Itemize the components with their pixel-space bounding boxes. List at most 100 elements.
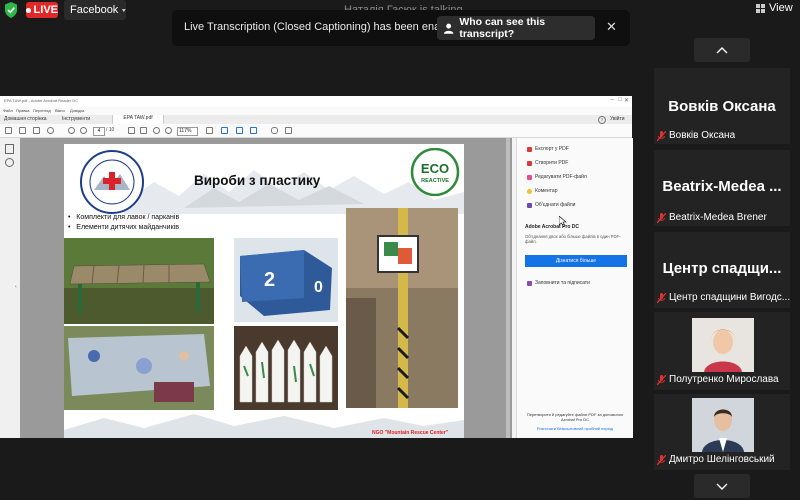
who-button-label: Who can see this transcript? xyxy=(459,16,546,40)
tab-tools[interactable]: Інструменти xyxy=(62,116,90,122)
minimize-icon[interactable]: – xyxy=(611,97,614,103)
security-shield-icon[interactable] xyxy=(4,2,18,18)
document-scrollbar[interactable] xyxy=(506,138,510,438)
combine-files-label: Об'єднати файли xyxy=(535,202,576,208)
print-icon[interactable] xyxy=(19,127,26,134)
facebook-stream-button[interactable]: Facebook xyxy=(64,0,126,20)
participant-subname: Вовків Оксана xyxy=(669,130,736,141)
pen-icon[interactable] xyxy=(285,127,292,134)
participant-video xyxy=(692,398,754,452)
select-tool-icon[interactable] xyxy=(128,127,135,134)
live-dot-icon xyxy=(26,7,31,13)
participant-subname: Дмитро Шелінговський xyxy=(669,454,775,465)
participant-tile[interactable]: Дмитро Шелінговський xyxy=(654,394,790,470)
attachments-icon[interactable] xyxy=(5,158,14,167)
search-icon[interactable] xyxy=(47,127,54,134)
muted-mic-icon xyxy=(657,454,666,465)
combine-files-icon xyxy=(527,202,532,208)
participant-label: Дмитро Шелінговський xyxy=(657,454,775,465)
rotate-icon[interactable] xyxy=(221,127,228,134)
edit-pdf-label: Редагувати PDF-файл xyxy=(535,174,587,180)
participant-label: Вовків Оксана xyxy=(657,130,735,141)
scroll-up-button[interactable] xyxy=(694,38,750,62)
banner-text: Live Transcription (Closed Captioning) h… xyxy=(184,21,462,33)
page-down-icon[interactable] xyxy=(80,127,87,134)
menu-file[interactable]: Файл xyxy=(3,108,13,113)
page-thumbnails-icon[interactable] xyxy=(5,144,14,154)
comment-label: Коментар xyxy=(535,188,558,194)
email-icon[interactable] xyxy=(33,127,40,134)
page-number-input[interactable]: 4 xyxy=(93,127,105,136)
participant-tile[interactable]: Beatrix-Medea ... Beatrix-Medea Brener xyxy=(654,150,790,226)
export-pdf-icon xyxy=(527,146,532,152)
chevron-down-icon xyxy=(122,8,126,12)
acrobat-tools-panel: Експорт у PDF Створити PDF Редагувати PD… xyxy=(516,138,633,438)
menu-view[interactable]: Перегляд xyxy=(33,108,51,113)
pro-promo-text: Перетворити й редагуйте файли PDF за доп… xyxy=(526,412,624,422)
who-can-see-transcript-button[interactable]: Who can see this transcript? xyxy=(437,16,595,40)
participant-label: Полутренко Мирослава xyxy=(657,374,779,385)
comment-icon[interactable] xyxy=(271,127,278,134)
tab-home[interactable]: Домашня сторінка xyxy=(4,116,47,122)
eco-logo-top: ECO xyxy=(421,161,449,176)
zoom-out-icon[interactable] xyxy=(153,127,160,134)
participant-tile[interactable]: Полутренко Мирослава xyxy=(654,312,790,390)
svg-text:2: 2 xyxy=(264,269,275,291)
bench-photo xyxy=(64,238,214,324)
slide-footer: NGO "Mountain Rescue Center" xyxy=(372,430,449,436)
participant-tile[interactable]: Вовків Оксана Вовків Оксана xyxy=(654,68,790,144)
fit-page-icon[interactable] xyxy=(206,127,213,134)
transcription-banner: Live Transcription (Closed Captioning) h… xyxy=(172,10,630,46)
muted-mic-icon xyxy=(657,212,666,223)
participant-name: Центр спадщи... xyxy=(662,260,782,277)
learn-more-button[interactable]: Дізнатися більше xyxy=(525,255,627,267)
participant-video xyxy=(692,318,754,372)
edit-pdf-item[interactable]: Редагувати PDF-файл xyxy=(527,174,587,180)
close-icon[interactable]: ✕ xyxy=(606,19,617,35)
free-trial-link[interactable]: Розпочати безкоштовний пробний період xyxy=(525,426,625,431)
playground-post-photo xyxy=(346,208,458,408)
fill-sign-label: Заповнити та підписати xyxy=(535,280,590,286)
promo-title: Adobe Acrobat Pro DC xyxy=(525,224,579,230)
combine-files-item[interactable]: Об'єднати файли xyxy=(527,202,575,208)
muted-mic-icon xyxy=(657,130,666,141)
slide-title: Вироби з пластику xyxy=(194,173,321,188)
acrobat-menu-bar: Файл Правка Перегляд Вікно Довідка xyxy=(0,107,632,115)
live-label: LIVE xyxy=(33,4,58,16)
menu-edit[interactable]: Правка xyxy=(16,108,30,113)
page-total: / 10 xyxy=(106,127,115,133)
sign-in-link[interactable]: Увійти xyxy=(610,116,625,122)
tab-file[interactable]: EPA TAW.pdf xyxy=(112,115,164,124)
menu-help[interactable]: Довідка xyxy=(70,108,84,113)
participant-subname: Центр спадщини Вигодс... xyxy=(669,292,791,303)
chevron-up-icon xyxy=(716,46,728,53)
help-icon[interactable]: ? xyxy=(598,116,606,124)
participant-tile[interactable]: Центр спадщи... Центр спадщини Вигодс... xyxy=(654,232,790,308)
scroll-down-button[interactable] xyxy=(694,474,750,498)
participant-subname: Beatrix-Medea Brener xyxy=(669,212,767,223)
export-pdf-item[interactable]: Експорт у PDF xyxy=(527,146,569,152)
expand-pane-icon[interactable]: ‹ xyxy=(15,284,17,290)
live-badge[interactable]: LIVE xyxy=(26,2,58,18)
view-grid-icon xyxy=(756,3,765,13)
comment-item[interactable]: Коментар xyxy=(527,188,557,194)
participant-label: Beatrix-Medea Brener xyxy=(657,212,767,223)
hand-tool-icon[interactable] xyxy=(140,127,147,134)
menu-window[interactable]: Вікно xyxy=(55,108,65,113)
read-mode-icon[interactable] xyxy=(236,127,243,134)
view-button[interactable]: View xyxy=(756,0,796,16)
close-window-icon[interactable]: ✕ xyxy=(624,97,629,104)
bullet-text: Елементи дитячих майданчиків xyxy=(76,224,179,231)
rescue-center-logo xyxy=(80,150,144,214)
zoom-in-icon[interactable] xyxy=(165,127,172,134)
page-up-icon[interactable] xyxy=(68,127,75,134)
acrobat-toolbar: 4 / 10 117% xyxy=(0,124,632,138)
zoom-level-select[interactable]: 117% xyxy=(177,127,198,136)
save-icon[interactable] xyxy=(5,127,12,134)
chevron-down-icon xyxy=(716,483,728,490)
fill-sign-item[interactable]: Заповнити та підписати xyxy=(527,280,590,286)
create-pdf-item[interactable]: Створити PDF xyxy=(527,160,568,166)
export-pdf-label: Експорт у PDF xyxy=(535,146,569,152)
scroll-mode-icon[interactable] xyxy=(250,127,257,134)
maximize-icon[interactable]: □ xyxy=(618,97,622,103)
